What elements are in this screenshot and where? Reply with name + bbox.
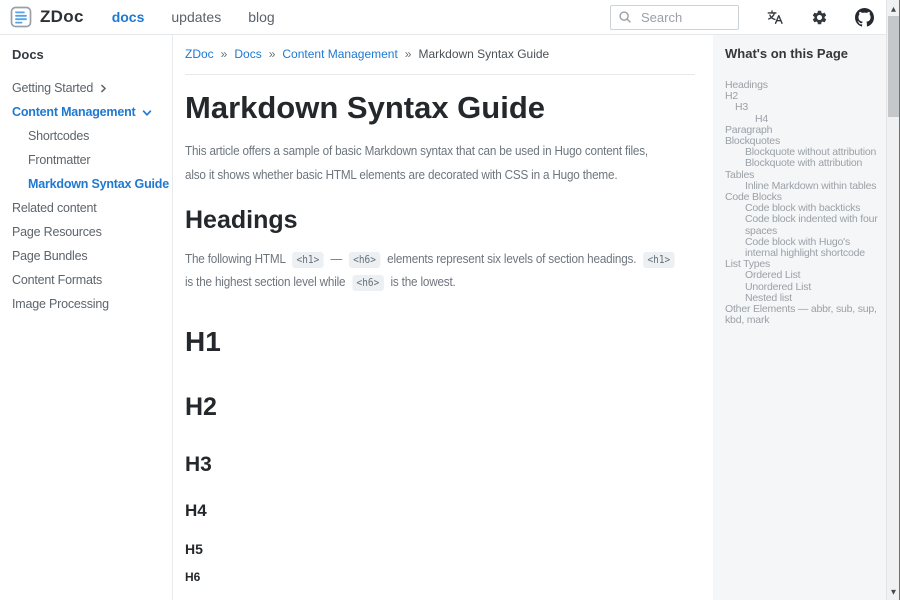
inline-code: <h6>	[349, 252, 381, 268]
scrollbar-thumb[interactable]	[888, 16, 899, 117]
nav-link-updates[interactable]: updates	[171, 9, 221, 25]
intro-line: This article offers a sample of basic Ma…	[185, 139, 644, 163]
sample-heading-h1: H1	[185, 327, 695, 358]
page-title: Markdown Syntax Guide	[185, 91, 695, 126]
breadcrumb-item-markdown-syntax-guide: Markdown Syntax Guide	[418, 47, 549, 61]
headings-section-title: Headings	[185, 206, 695, 235]
sidebar-item-label: Content Management	[12, 105, 136, 119]
sample-heading-h6: H6	[185, 571, 695, 584]
translate-icon[interactable]	[766, 8, 784, 26]
vertical-scrollbar[interactable]: ▲ ▼	[886, 0, 900, 600]
toc-item[interactable]: Ordered List	[725, 270, 880, 281]
sample-heading-h4: H4	[185, 502, 695, 521]
toc-sidebar: What's on this Page HeadingsH2H3H4Paragr…	[713, 35, 886, 600]
sidebar-item-label: Page Bundles	[12, 249, 87, 263]
browser-viewport: ZDoc docs updates blog	[0, 0, 900, 600]
sidebar-item-page-bundles[interactable]: Page Bundles	[12, 244, 166, 268]
main-nav: docs updates blog	[112, 9, 275, 25]
navbar-right	[610, 5, 874, 30]
toc-item[interactable]: Code block indented with four spaces	[725, 214, 880, 236]
sidebar-item-content-management[interactable]: Content Management	[12, 100, 166, 124]
sidebar-item-getting-started[interactable]: Getting Started	[12, 76, 166, 100]
inline-code: <h1>	[292, 252, 324, 268]
sidebar-item-page-resources[interactable]: Page Resources	[12, 220, 166, 244]
breadcrumb: ZDoc » Docs » Content Management » Markdown Sy…	[185, 47, 695, 61]
nav-link-blog[interactable]: blog	[248, 9, 274, 25]
sidebar-item-image-processing[interactable]: Image Processing	[12, 292, 166, 316]
zdoc-logo-icon[interactable]	[10, 6, 32, 28]
breadcrumb-item-docs[interactable]: Docs	[234, 47, 261, 61]
page-body: Docs Getting Started Content Management Sh…	[0, 35, 886, 600]
paragraph-text: The following HTML	[185, 251, 288, 266]
paragraph-text: is the highest section level while	[185, 274, 348, 289]
github-icon[interactable]	[855, 8, 874, 27]
sidebar-item-related-content[interactable]: Related content	[12, 196, 166, 220]
sidebar-item-content-formats[interactable]: Content Formats	[12, 268, 166, 292]
sidebar-item-markdown-syntax-guide[interactable]: Markdown Syntax Guide	[28, 172, 166, 196]
intro-line: also it shows whether basic HTML element…	[185, 163, 644, 187]
page-column: ZDoc docs updates blog	[0, 0, 886, 600]
sidebar-item-label: Shortcodes	[28, 129, 89, 143]
sidebar-nav: Getting Started Content Management Shortco…	[12, 76, 166, 316]
search-input[interactable]	[639, 9, 731, 26]
sidebar-item-frontmatter[interactable]: Frontmatter	[28, 148, 166, 172]
toc-item[interactable]: H2	[725, 91, 880, 102]
inline-code: <h1>	[643, 252, 675, 268]
gear-icon[interactable]	[811, 9, 828, 26]
sample-heading-h5: H5	[185, 542, 695, 557]
toc-item[interactable]: H3	[725, 102, 880, 113]
toc-list: HeadingsH2H3H4ParagraphBlockquotesBlockq…	[725, 80, 880, 326]
breadcrumb-separator: »	[405, 47, 412, 61]
paragraph-text: —	[327, 251, 345, 266]
intro-paragraph: This article offers a sample of basic Ma…	[185, 139, 695, 187]
sidebar-item-label: Markdown Syntax Guide	[28, 177, 169, 191]
toc-item[interactable]: Blockquote with attribution	[725, 158, 880, 169]
chevron-down-icon	[142, 108, 152, 118]
article-main: ZDoc » Docs » Content Management » Markdown Sy…	[173, 35, 713, 600]
sidebar-item-label: Frontmatter	[28, 153, 90, 167]
breadcrumb-item-zdoc[interactable]: ZDoc	[185, 47, 214, 61]
nav-link-docs[interactable]: docs	[112, 9, 145, 25]
search-icon	[618, 10, 632, 24]
brand-title[interactable]: ZDoc	[40, 7, 84, 27]
breadcrumb-divider	[185, 74, 695, 75]
inline-code: <h6>	[352, 275, 384, 291]
paragraph-text: is the lowest.	[387, 274, 455, 289]
docs-sidebar: Docs Getting Started Content Management Sh…	[0, 35, 173, 600]
sidebar-item-label: Getting Started	[12, 81, 93, 95]
toc-item[interactable]: Headings	[725, 80, 880, 91]
breadcrumb-item-content-management[interactable]: Content Management	[282, 47, 397, 61]
toc-item[interactable]: Code block with Hugo's internal highligh…	[725, 237, 880, 259]
headings-paragraph: The following HTML <h1> — <h6> elements …	[185, 248, 644, 294]
search-box[interactable]	[610, 5, 739, 30]
sidebar-item-label: Image Processing	[12, 297, 109, 311]
top-navbar: ZDoc docs updates blog	[0, 0, 886, 35]
sidebar-item-label: Related content	[12, 201, 97, 215]
paragraph-text: elements represent six levels of section…	[384, 251, 639, 266]
chevron-right-icon	[99, 84, 108, 93]
sidebar-item-shortcodes[interactable]: Shortcodes	[28, 124, 166, 148]
breadcrumb-separator: »	[269, 47, 276, 61]
sidebar-header: Docs	[12, 47, 166, 62]
sample-heading-h2: H2	[185, 394, 695, 422]
sample-heading-h3: H3	[185, 453, 695, 476]
sample-headings: H1 H2 H3 H4 H5 H6	[185, 327, 695, 584]
sidebar-item-label: Content Formats	[12, 273, 102, 287]
toc-item[interactable]: Other Elements — abbr, sub, sup, kbd, ma…	[725, 304, 880, 326]
breadcrumb-separator: »	[221, 47, 228, 61]
sidebar-item-label: Page Resources	[12, 225, 102, 239]
toc-title: What's on this Page	[725, 47, 880, 60]
